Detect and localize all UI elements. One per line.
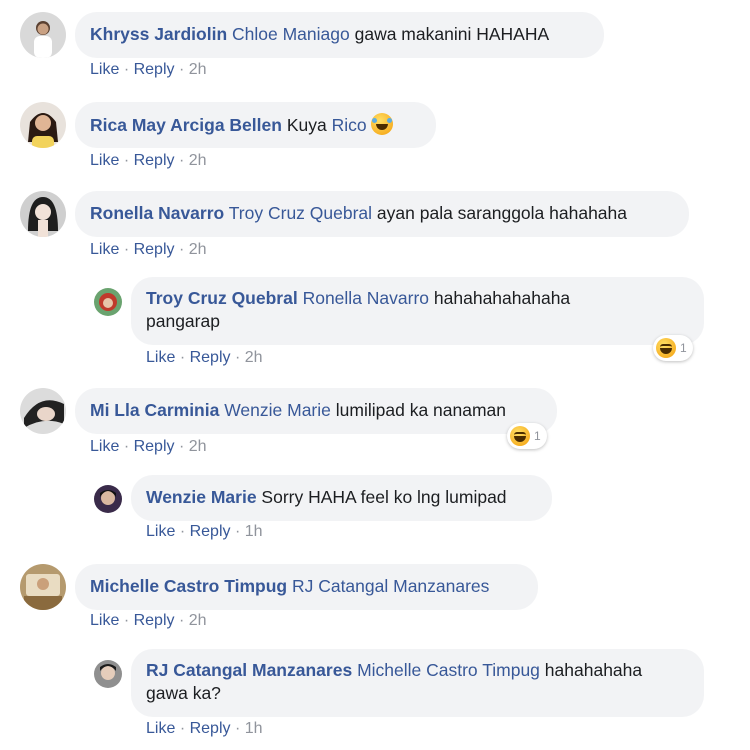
comment-bubble: Michelle Castro Timpug RJ Catangal Manza… bbox=[75, 564, 538, 610]
comment-mention[interactable]: Ronella Navarro bbox=[303, 288, 429, 308]
comment-actions: Like · Reply · 1h bbox=[146, 720, 263, 738]
comment-bubble: Ronella Navarro Troy Cruz Quebral ayan p… bbox=[75, 191, 689, 237]
like-link[interactable]: Like bbox=[146, 349, 175, 366]
comment-author[interactable]: RJ Catangal Manzanares bbox=[146, 660, 352, 680]
separator-dot: · bbox=[179, 720, 186, 737]
separator-dot: · bbox=[178, 152, 185, 169]
comment-bubble: Mi Lla Carminia Wenzie Marie lumilipad k… bbox=[75, 388, 557, 434]
reply-bubble: Troy Cruz Quebral Ronella Navarro hahaha… bbox=[131, 277, 704, 345]
comment-text: Sorry HAHA feel ko lng lumipad bbox=[261, 487, 507, 507]
avatar-khryss-jardiolin[interactable] bbox=[20, 12, 66, 58]
like-link[interactable]: Like bbox=[146, 523, 175, 540]
comment-actions: Like · Reply · 2h bbox=[90, 152, 207, 170]
comment-timestamp[interactable]: 2h bbox=[189, 61, 207, 78]
comment-mention[interactable]: Wenzie Marie bbox=[224, 400, 331, 420]
comment-text-line2: gawa ka? bbox=[146, 683, 221, 703]
comment-actions: Like · Reply · 2h bbox=[90, 612, 207, 630]
comment-author[interactable]: Mi Lla Carminia bbox=[90, 400, 219, 420]
reply-link[interactable]: Reply bbox=[134, 438, 175, 455]
comment-text: gawa makanini HAHAHA bbox=[354, 24, 550, 44]
comment-actions: Like · Reply · 2h bbox=[146, 349, 263, 367]
comment-thread: Khryss Jardiolin Chloe Maniago gawa maka… bbox=[0, 0, 750, 750]
comment-author[interactable]: Michelle Castro Timpug bbox=[90, 576, 287, 596]
comment-actions: Like · Reply · 2h bbox=[90, 241, 207, 259]
comment-bubble: Khryss Jardiolin Chloe Maniago gawa maka… bbox=[75, 12, 604, 58]
avatar-wenzie-marie[interactable] bbox=[94, 485, 122, 513]
haha-reaction-icon bbox=[656, 338, 676, 358]
comment-mention[interactable]: Rico bbox=[332, 115, 367, 135]
comment-mention[interactable]: Troy Cruz Quebral bbox=[229, 203, 372, 223]
reply-link[interactable]: Reply bbox=[134, 612, 175, 629]
face-with-tears-of-joy-icon bbox=[370, 113, 393, 135]
avatar-mi-lla-carminia[interactable] bbox=[20, 388, 66, 434]
reply-bubble: RJ Catangal Manzanares Michelle Castro T… bbox=[131, 649, 704, 717]
comment-author[interactable]: Khryss Jardiolin bbox=[90, 24, 227, 44]
separator-dot: · bbox=[123, 438, 130, 455]
separator-dot: · bbox=[123, 61, 130, 78]
reaction-count: 1 bbox=[680, 341, 687, 355]
separator-dot: · bbox=[234, 349, 241, 366]
separator-dot: · bbox=[123, 152, 130, 169]
reply-link[interactable]: Reply bbox=[190, 349, 231, 366]
comment-timestamp[interactable]: 2h bbox=[245, 349, 263, 366]
reply-bubble: Wenzie Marie Sorry HAHA feel ko lng lumi… bbox=[131, 475, 552, 521]
reply-link[interactable]: Reply bbox=[134, 61, 175, 78]
comment-mention[interactable]: RJ Catangal Manzanares bbox=[292, 576, 489, 596]
comment-timestamp[interactable]: 2h bbox=[189, 612, 207, 629]
reply-link[interactable]: Reply bbox=[190, 523, 231, 540]
separator-dot: · bbox=[123, 612, 130, 629]
comment-mention[interactable]: Michelle Castro Timpug bbox=[357, 660, 540, 680]
comment-actions: Like · Reply · 1h bbox=[146, 523, 263, 541]
comment-timestamp[interactable]: 1h bbox=[245, 523, 263, 540]
like-link[interactable]: Like bbox=[90, 241, 119, 258]
comment-timestamp[interactable]: 2h bbox=[189, 152, 207, 169]
reply-link[interactable]: Reply bbox=[190, 720, 231, 737]
separator-dot: · bbox=[178, 612, 185, 629]
comment-mention[interactable]: Chloe Maniago bbox=[232, 24, 350, 44]
separator-dot: · bbox=[178, 61, 185, 78]
comment-timestamp[interactable]: 1h bbox=[245, 720, 263, 737]
comment-actions: Like · Reply · 2h bbox=[90, 61, 207, 79]
separator-dot: · bbox=[234, 720, 241, 737]
comment-text: Kuya bbox=[286, 115, 327, 135]
like-link[interactable]: Like bbox=[146, 720, 175, 737]
comment-timestamp[interactable]: 2h bbox=[189, 438, 207, 455]
comment-author[interactable]: Wenzie Marie bbox=[146, 487, 257, 507]
avatar-troy-cruz-quebral[interactable] bbox=[94, 288, 122, 316]
avatar-rj-catangal-manzanares[interactable] bbox=[94, 660, 122, 688]
reply-link[interactable]: Reply bbox=[134, 152, 175, 169]
comment-actions: Like · Reply · 2h bbox=[90, 438, 207, 456]
comment-author[interactable]: Ronella Navarro bbox=[90, 203, 224, 223]
comment-author[interactable]: Rica May Arciga Bellen bbox=[90, 115, 282, 135]
comment-text-line2: pangarap bbox=[146, 311, 220, 331]
avatar-rica-may-arciga-bellen[interactable] bbox=[20, 102, 66, 148]
like-link[interactable]: Like bbox=[90, 612, 119, 629]
comment-text: hahahahahahaha bbox=[433, 288, 571, 308]
reaction-badge[interactable]: 1 bbox=[507, 423, 547, 449]
comment-text: ayan pala saranggola hahahaha bbox=[376, 203, 627, 223]
reply-link[interactable]: Reply bbox=[134, 241, 175, 258]
haha-reaction-icon bbox=[510, 426, 530, 446]
comment-author[interactable]: Troy Cruz Quebral bbox=[146, 288, 298, 308]
separator-dot: · bbox=[179, 349, 186, 366]
separator-dot: · bbox=[234, 523, 241, 540]
separator-dot: · bbox=[178, 241, 185, 258]
like-link[interactable]: Like bbox=[90, 152, 119, 169]
separator-dot: · bbox=[179, 523, 186, 540]
reaction-count: 1 bbox=[534, 429, 541, 443]
avatar-michelle-castro-timpug[interactable] bbox=[20, 564, 66, 610]
avatar-ronella-navarro[interactable] bbox=[20, 191, 66, 237]
comment-timestamp[interactable]: 2h bbox=[189, 241, 207, 258]
comment-text: hahahahaha bbox=[544, 660, 643, 680]
separator-dot: · bbox=[123, 241, 130, 258]
reaction-badge[interactable]: 1 bbox=[653, 335, 693, 361]
comment-bubble: Rica May Arciga Bellen Kuya Rico bbox=[75, 102, 436, 148]
like-link[interactable]: Like bbox=[90, 438, 119, 455]
like-link[interactable]: Like bbox=[90, 61, 119, 78]
comment-text: lumilipad ka nanaman bbox=[335, 400, 507, 420]
separator-dot: · bbox=[178, 438, 185, 455]
